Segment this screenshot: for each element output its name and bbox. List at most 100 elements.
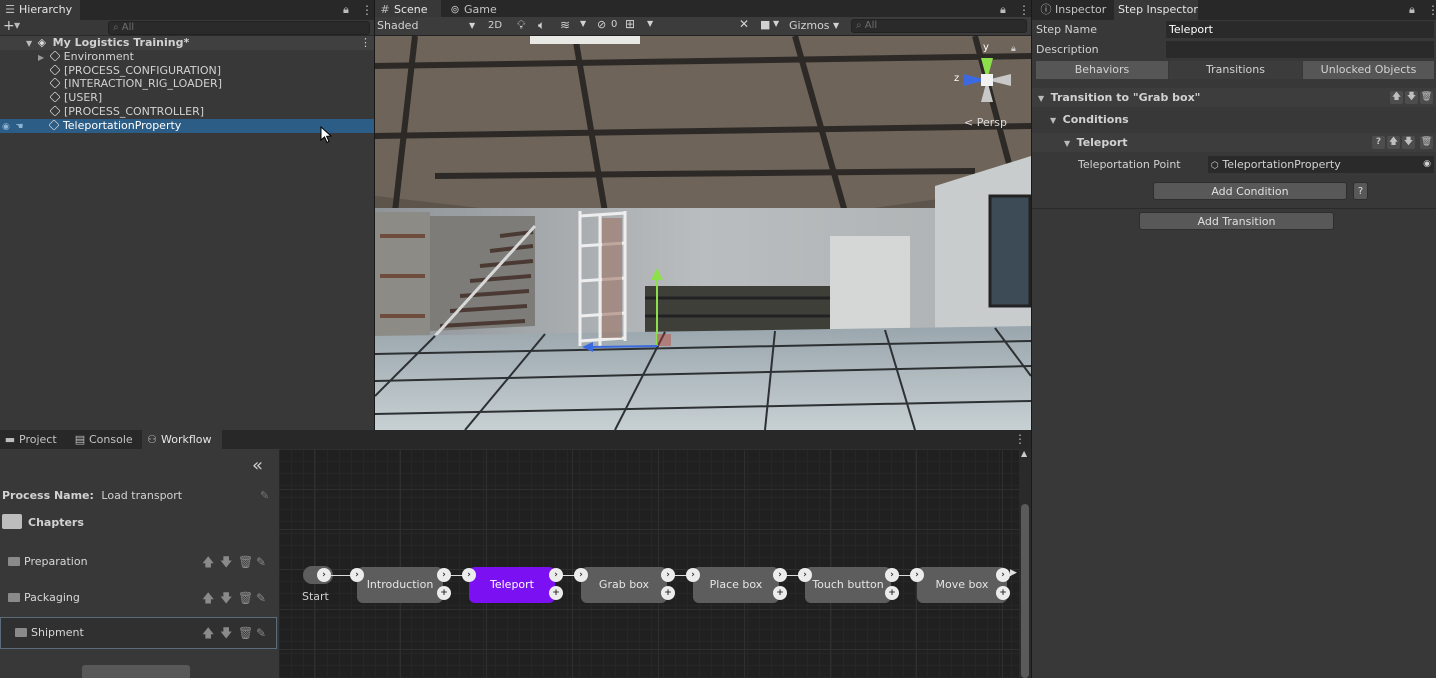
chevron-down-icon[interactable]: ▼ xyxy=(647,19,653,28)
scene-root-row[interactable]: ▼ ◈ My Logistics Training* ⋮ xyxy=(0,36,374,50)
delete-icon[interactable]: 🗑︎ xyxy=(238,547,253,577)
help-button[interactable]: ? xyxy=(1353,182,1368,200)
visibility-eye-icon[interactable]: ◉ xyxy=(2,122,10,132)
help-icon[interactable]: ? xyxy=(1372,136,1385,149)
effects-icon[interactable]: ≋ xyxy=(560,18,570,32)
edit-pencil-icon[interactable]: ✎ xyxy=(256,618,266,648)
input-port[interactable]: › xyxy=(350,568,364,582)
shading-mode-dropdown[interactable]: Shaded ▼ xyxy=(377,18,479,34)
projection-label[interactable]: < Persp xyxy=(964,116,1007,129)
output-port[interactable]: › xyxy=(317,568,331,582)
chevron-down-icon[interactable]: ▼ xyxy=(580,19,586,28)
output-port[interactable]: › xyxy=(437,568,451,582)
hierarchy-search-input[interactable]: ⌕ All xyxy=(108,21,370,35)
delete-icon[interactable]: 🗑︎ xyxy=(238,618,253,648)
more-options-icon[interactable]: ⋮ xyxy=(361,0,373,20)
edit-pencil-icon[interactable]: ✎ xyxy=(260,489,269,502)
step-node-move-box[interactable]: Move box xyxy=(917,567,1007,603)
tab-transitions[interactable]: Transitions xyxy=(1169,61,1302,79)
output-port[interactable]: › xyxy=(549,568,563,582)
output-port[interactable]: › xyxy=(996,568,1010,582)
step-node-place-box[interactable]: Place box xyxy=(693,567,779,603)
tab-inspector[interactable]: ⓘ Inspector xyxy=(1036,0,1116,20)
tab-project[interactable]: ▬ Project xyxy=(0,430,64,449)
tab-hierarchy[interactable]: ☰ Hierarchy xyxy=(0,0,80,20)
more-options-icon[interactable]: ⋮ xyxy=(1427,0,1436,20)
move-down-icon[interactable]: 🡇 xyxy=(1402,136,1415,149)
conditions-header[interactable]: ▼ Conditions xyxy=(1032,110,1436,129)
expand-arrow-icon[interactable]: ▼ xyxy=(1064,139,1070,148)
2d-toggle[interactable]: 2D xyxy=(483,18,507,34)
camera-icon[interactable]: ■ xyxy=(760,18,770,31)
chevron-down-icon[interactable]: ▼ xyxy=(14,21,20,30)
input-port[interactable]: › xyxy=(462,568,476,582)
tab-console[interactable]: ▤ Console xyxy=(70,430,138,449)
chapter-item[interactable]: Preparation 🡅 🡇 🗑︎ ✎ xyxy=(0,547,277,577)
audio-speaker-icon[interactable]: 🔈︎ xyxy=(538,18,545,33)
graph-scrollbar[interactable]: ▲ xyxy=(1019,449,1031,678)
move-down-icon[interactable]: 🡇 xyxy=(220,618,232,648)
workflow-graph-canvas[interactable] xyxy=(279,449,1019,678)
tab-behaviors[interactable]: Behaviors xyxy=(1036,61,1168,79)
move-up-icon[interactable]: 🡅 xyxy=(1387,136,1400,149)
expand-arrow-icon[interactable]: ▼ xyxy=(26,39,32,48)
hierarchy-item[interactable]: [USER] xyxy=(0,91,374,105)
condition-teleport-header[interactable]: ▼ Teleport ? 🡅 🡇 🗑︎ xyxy=(1032,133,1436,152)
collapse-sidebar-icon[interactable]: « xyxy=(252,455,263,476)
chapter-item-selected[interactable]: Shipment 🡅 🡇 🗑︎ ✎ xyxy=(0,617,277,649)
hierarchy-item[interactable]: [INTERACTION_RIG_LOADER] xyxy=(0,77,374,91)
delete-icon[interactable]: 🗑︎ xyxy=(1420,91,1433,104)
output-port[interactable]: › xyxy=(885,568,899,582)
scrollbar-thumb[interactable] xyxy=(1021,504,1029,678)
hierarchy-item[interactable]: [PROCESS_CONTROLLER] xyxy=(0,105,374,119)
delete-icon[interactable]: 🗑︎ xyxy=(1420,136,1433,149)
more-options-icon[interactable]: ⋮ xyxy=(1014,429,1026,449)
step-node-grab-box[interactable]: Grab box xyxy=(581,567,667,603)
step-node-touch-button[interactable]: Touch button xyxy=(805,567,891,603)
pickable-hand-icon[interactable]: ☚ xyxy=(15,122,23,132)
scene-search-input[interactable]: ⌕ All xyxy=(851,19,1027,33)
add-transition-port[interactable]: + xyxy=(549,586,563,600)
scroll-up-icon[interactable]: ▲ xyxy=(1021,449,1027,458)
move-down-icon[interactable]: 🡇 xyxy=(1405,91,1418,104)
hierarchy-item[interactable]: [PROCESS_CONFIGURATION] xyxy=(0,64,374,78)
grid-snapping-icon[interactable]: ⊞ xyxy=(625,17,635,31)
scene-viewport[interactable]: y z 🔒︎ < Persp xyxy=(375,36,1031,430)
lock-icon[interactable]: 🔒︎ xyxy=(343,0,349,20)
chevron-down-icon[interactable]: ▼ xyxy=(773,19,779,28)
edit-pencil-icon[interactable]: ✎ xyxy=(256,583,266,613)
add-chapter-button[interactable] xyxy=(82,665,190,678)
teleportation-point-field[interactable]: ⬡ TeleportationProperty ◉ xyxy=(1208,156,1434,173)
add-transition-port[interactable]: + xyxy=(661,586,675,600)
gizmos-dropdown[interactable]: Gizmos ▼ xyxy=(789,18,845,34)
input-port[interactable]: › xyxy=(686,568,700,582)
hierarchy-item[interactable]: ▶ Environment xyxy=(0,50,374,64)
add-icon[interactable]: + xyxy=(3,18,15,34)
move-down-icon[interactable]: 🡇 xyxy=(220,547,232,577)
move-down-icon[interactable]: 🡇 xyxy=(220,583,232,613)
input-port[interactable]: › xyxy=(910,568,924,582)
add-transition-port[interactable]: + xyxy=(773,586,787,600)
hidden-objects-icon[interactable]: ⊘ xyxy=(597,18,606,31)
process-name-value[interactable]: Load transport xyxy=(101,489,182,502)
edit-pencil-icon[interactable]: ✎ xyxy=(256,547,266,577)
step-name-input[interactable]: Teleport xyxy=(1166,21,1434,38)
object-picker-icon[interactable]: ◉ xyxy=(1423,156,1431,173)
expand-arrow-icon[interactable]: ▶ xyxy=(38,53,44,62)
move-up-icon[interactable]: 🡅 xyxy=(202,547,214,577)
add-transition-button[interactable]: Add Transition xyxy=(1139,212,1334,230)
add-transition-port[interactable]: + xyxy=(437,586,451,600)
move-up-icon[interactable]: 🡅 xyxy=(1390,91,1403,104)
add-transition-port[interactable]: + xyxy=(996,586,1010,600)
tab-workflow[interactable]: ⚇ Workflow xyxy=(142,430,222,449)
tab-unlocked-objects[interactable]: Unlocked Objects xyxy=(1303,61,1434,79)
lock-icon[interactable]: 🔒︎ xyxy=(1409,0,1415,20)
chapter-item[interactable]: Packaging 🡅 🡇 🗑︎ ✎ xyxy=(0,583,277,613)
expand-arrow-icon[interactable]: ▼ xyxy=(1038,94,1044,103)
description-input[interactable] xyxy=(1166,41,1434,58)
step-node-introduction[interactable]: Introduction xyxy=(357,567,443,603)
input-port[interactable]: › xyxy=(574,568,588,582)
tab-step-inspector[interactable]: Step Inspector xyxy=(1114,0,1198,20)
add-transition-port[interactable]: + xyxy=(885,586,899,600)
output-port[interactable]: › xyxy=(661,568,675,582)
